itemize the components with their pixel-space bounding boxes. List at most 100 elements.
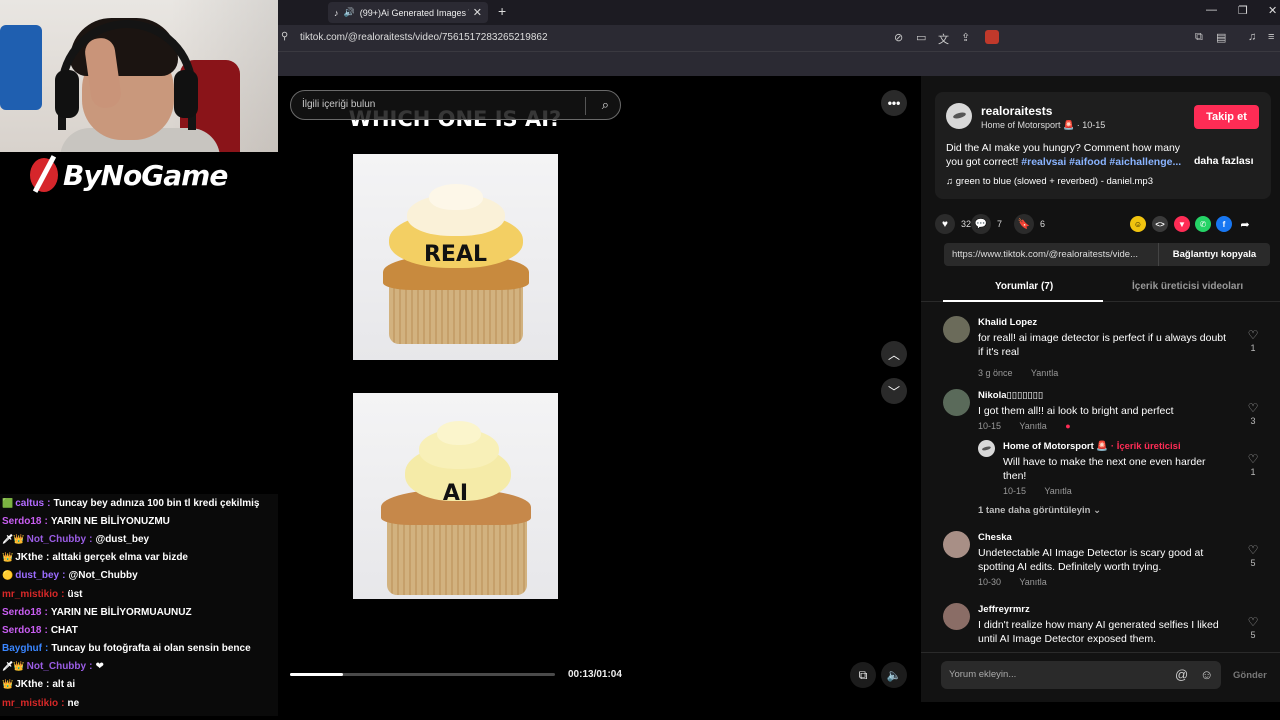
save-action[interactable]: 🔖 6 xyxy=(1014,214,1045,234)
follow-button[interactable]: Takip et xyxy=(1194,105,1259,129)
share-page-icon[interactable]: ⇪ xyxy=(961,31,970,44)
comment-input[interactable]: Yorum ekleyin... xyxy=(949,669,1016,680)
cupcake-image-ai: AI xyxy=(353,393,558,599)
active-tab-underline xyxy=(943,300,1103,302)
video-player[interactable]: WHICH ONE IS AI? REAL AI xyxy=(278,76,632,702)
translate-icon[interactable]: 文 xyxy=(938,31,949,47)
comment-list: Khalid Lopez for reall! ai image detecto… xyxy=(921,312,1280,646)
new-tab-icon[interactable]: + xyxy=(498,3,506,19)
author-username[interactable]: realoraitests xyxy=(981,104,1052,118)
cupcake-image-real: REAL xyxy=(353,154,558,360)
chat-badge-icon: 🟡 xyxy=(2,570,14,581)
audio-playing-icon[interactable]: 🔊 xyxy=(344,7,355,18)
like-action[interactable]: ♥ 32 xyxy=(935,214,971,234)
copy-link-button[interactable]: Bağlantıyı kopyala xyxy=(1158,243,1270,266)
tiktok-page: WHICH ONE IS AI? REAL AI xyxy=(278,76,1280,702)
send-to-friends-icon[interactable]: ▼ xyxy=(1174,216,1190,232)
commenter-avatar[interactable] xyxy=(943,389,970,416)
commenter-name[interactable]: Khalid Lopez xyxy=(978,317,1037,328)
save-count: 6 xyxy=(1040,219,1046,229)
comment-like-count: 1 xyxy=(1250,467,1256,477)
comment-like-icon[interactable]: ♡ xyxy=(1246,615,1260,629)
comment-like-icon[interactable]: ♡ xyxy=(1246,328,1260,342)
commenter-name[interactable]: Cheska xyxy=(978,532,1012,543)
share-icon[interactable]: ➦ xyxy=(1237,216,1253,232)
comment-item: Nikola▯▯▯▯▯▯▯ I got them all!! ai look t… xyxy=(943,389,1273,439)
chat-username: Serdo18 xyxy=(2,515,42,527)
comment-action[interactable]: 💬 7 xyxy=(971,214,1002,234)
commenter-name[interactable]: Jeffreyrmrz xyxy=(978,604,1030,615)
chat-colon: : xyxy=(46,552,50,564)
volume-icon[interactable]: 🔈 xyxy=(881,662,907,688)
site-info-icon[interactable]: ⚲ xyxy=(281,31,288,42)
minimize-icon[interactable]: — xyxy=(1206,4,1217,16)
close-window-icon[interactable]: ✕ xyxy=(1268,4,1277,17)
tab-creator-videos[interactable]: İçerik üreticisi videoları xyxy=(1132,281,1243,292)
repost-icon[interactable]: ☺ xyxy=(1130,216,1146,232)
comment-like-icon[interactable]: ♡ xyxy=(1246,452,1260,466)
like-count: 32 xyxy=(961,219,972,229)
reply-link[interactable]: Yanıtla xyxy=(1019,421,1046,431)
chat-text: Tuncay bu fotoğrafta ai olan sensin benc… xyxy=(51,643,251,655)
search-input[interactable]: İlgili içeriği bulun xyxy=(302,99,375,110)
search-bar[interactable]: İlgili içeriği bulun ⌕ xyxy=(290,90,621,120)
tab-comments[interactable]: Yorumlar (7) xyxy=(995,281,1053,292)
video-progress-bar[interactable] xyxy=(290,673,555,676)
close-tab-icon[interactable]: ✕ xyxy=(473,6,482,19)
comment-like-icon[interactable]: ♡ xyxy=(1246,401,1260,415)
commenter-avatar[interactable] xyxy=(943,316,970,343)
commenter-name[interactable]: Nikola▯▯▯▯▯▯▯ xyxy=(978,390,1043,401)
creator-tag: · İçerik üreticisi xyxy=(1110,441,1181,452)
media-control-icon[interactable]: ♫ xyxy=(1248,31,1256,43)
extensions-icon[interactable]: ⧉ xyxy=(1195,31,1203,44)
reader-view-icon[interactable]: ▭ xyxy=(916,31,926,44)
sidebar-icon[interactable]: ▤ xyxy=(1216,31,1226,44)
chat-colon: : xyxy=(61,697,65,709)
emoji-icon[interactable]: ☺ xyxy=(1200,667,1213,682)
share-link-box: https://www.tiktok.com/@realoraitests/vi… xyxy=(944,243,1270,266)
creator-avatar[interactable] xyxy=(978,440,995,457)
music-track[interactable]: ♫ green to blue (slowed + reverbed) - da… xyxy=(946,176,1153,187)
author-card: realoraitests Home of Motorsport 🚨 · 10-… xyxy=(935,92,1271,199)
next-video-icon[interactable]: ﹀ xyxy=(881,378,907,404)
view-more-replies[interactable]: 1 tane daha görüntüleyin ⌄ xyxy=(978,505,1101,516)
reply-link[interactable]: Yanıtla xyxy=(1044,486,1071,496)
more-options-icon[interactable]: ••• xyxy=(881,90,907,116)
see-more-link[interactable]: daha fazlası xyxy=(1194,155,1254,167)
comment-text: for reall! ai image detector is perfect … xyxy=(978,332,1227,358)
comment-input-box[interactable]: Yorum ekleyin... @ ☺ xyxy=(941,661,1221,689)
whatsapp-icon[interactable]: ✆ xyxy=(1195,216,1211,232)
real-label: REAL xyxy=(423,242,487,267)
send-comment-button[interactable]: Gönder xyxy=(1233,670,1267,681)
browser-tab[interactable]: ♪ 🔊 (99+)Ai Generated Images Vs ✕ xyxy=(328,2,488,23)
comment-like-count: 5 xyxy=(1250,558,1256,568)
tracking-off-icon[interactable]: ⊘ xyxy=(894,31,903,44)
share-link-url[interactable]: https://www.tiktok.com/@realoraitests/vi… xyxy=(952,249,1157,260)
reply-link[interactable]: Yanıtla xyxy=(1019,577,1046,587)
author-avatar[interactable] xyxy=(946,103,972,129)
restore-icon[interactable]: ❐ xyxy=(1238,4,1248,17)
video-time: 00:13/01:04 xyxy=(568,669,622,680)
floating-player-icon[interactable]: ⧉ xyxy=(850,662,876,688)
lightning-logo-icon xyxy=(30,158,58,192)
chat-colon: : xyxy=(46,679,50,691)
bookmarks-bar xyxy=(278,51,1280,76)
commenter-avatar[interactable] xyxy=(943,531,970,558)
comment-like-icon[interactable]: ♡ xyxy=(1246,543,1260,557)
reply-link[interactable]: Yanıtla xyxy=(1031,368,1058,378)
chat-username: Serdo18 xyxy=(2,624,42,636)
mention-icon[interactable]: @ xyxy=(1175,667,1188,682)
previous-video-icon[interactable]: ︿ xyxy=(881,341,907,367)
commenter-avatar[interactable] xyxy=(943,603,970,630)
url-field[interactable]: tiktok.com/@realoraitests/video/75615172… xyxy=(300,32,548,43)
chat-text: alttaki gerçek elma var bizde xyxy=(52,552,188,564)
hashtags[interactable]: #realvsai #aifood #aichallenge... xyxy=(1021,156,1181,168)
menu-icon[interactable]: ≡ xyxy=(1268,31,1274,43)
chat-username: mr_mistikio xyxy=(2,588,59,600)
shield-extension-icon[interactable] xyxy=(985,30,999,44)
video-details-panel: realoraitests Home of Motorsport 🚨 · 10-… xyxy=(921,76,1280,702)
facebook-icon[interactable]: f xyxy=(1216,216,1232,232)
embed-icon[interactable]: <> xyxy=(1152,216,1168,232)
reply-author-name[interactable]: Home of Motorsport 🚨 xyxy=(1003,441,1108,452)
search-icon[interactable]: ⌕ xyxy=(602,97,609,113)
